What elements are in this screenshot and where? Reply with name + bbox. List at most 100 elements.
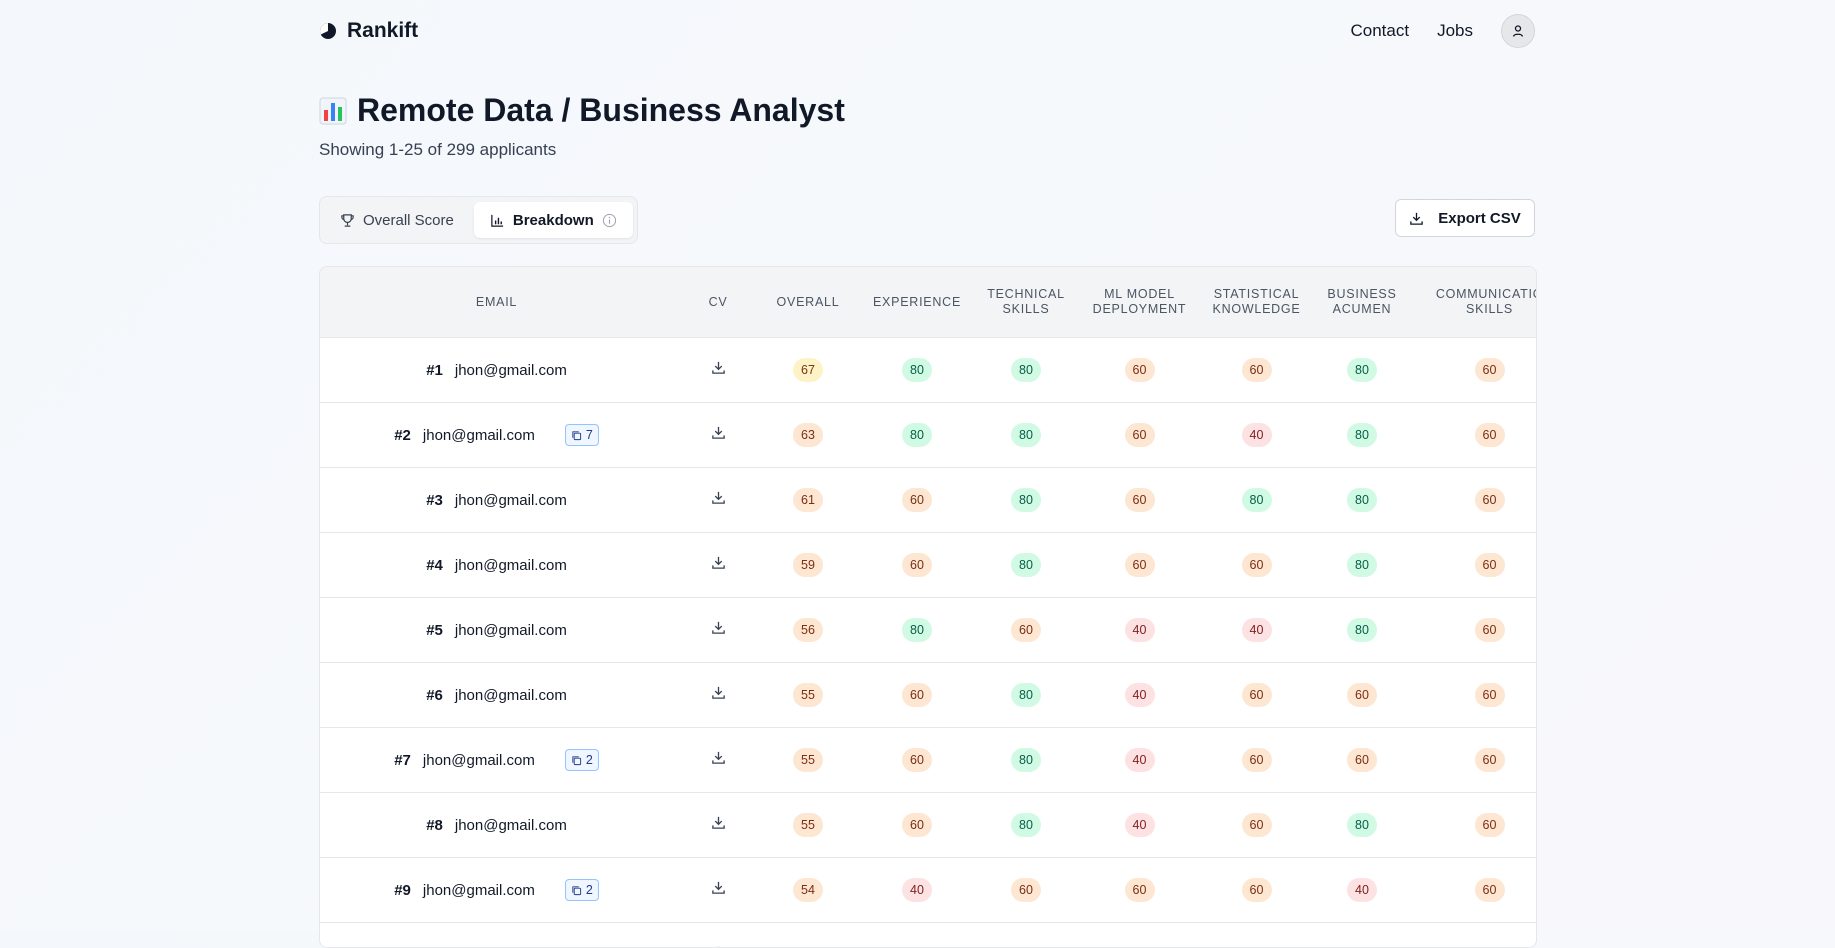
table-row[interactable]: #1jhon@gmail.com67808060608060	[320, 338, 1537, 403]
experience-score-cell: 60	[853, 468, 981, 533]
comm-score-cell: 60	[1419, 663, 1537, 728]
cv-cell	[673, 858, 763, 923]
download-cv-icon[interactable]	[711, 880, 726, 900]
technical-score-cell	[981, 923, 1071, 948]
experience-score-cell: 60	[853, 663, 981, 728]
applicant-email[interactable]: jhon@gmail.com	[423, 752, 535, 769]
ml-score-cell: 60	[1071, 403, 1208, 468]
comm-score-badge: 60	[1475, 683, 1505, 707]
download-cv-icon[interactable]	[711, 685, 726, 705]
applicant-email[interactable]: jhon@gmail.com	[423, 427, 535, 444]
header-statistical-knowledge[interactable]: StatisticalKnowledge	[1208, 267, 1305, 338]
cv-cell	[673, 403, 763, 468]
duplicate-badge[interactable]: 2	[565, 879, 599, 901]
overall-score-badge: 54	[793, 878, 823, 902]
avatar[interactable]	[1501, 14, 1535, 48]
applicant-email[interactable]: jhon@gmail.com	[423, 882, 535, 899]
comm-score-badge: 60	[1475, 813, 1505, 837]
stat-score-cell: 40	[1208, 403, 1305, 468]
download-cv-icon[interactable]	[711, 555, 726, 575]
experience-score-badge: 80	[902, 618, 932, 642]
overall-score-cell: 56	[763, 598, 853, 663]
rank-label: #1	[426, 362, 443, 379]
table-row[interactable]: #6jhon@gmail.com55608040606060	[320, 663, 1537, 728]
duplicate-count: 2	[586, 753, 593, 767]
email-cell: #7jhon@gmail.com2	[320, 728, 673, 793]
download-cv-icon[interactable]	[711, 360, 726, 380]
header-technical-skills[interactable]: TechnicalSkills	[981, 267, 1071, 338]
table-row[interactable]: #8jhon@gmail.com55608040608060	[320, 793, 1537, 858]
table-row[interactable]: #3jhon@gmail.com61608060808060	[320, 468, 1537, 533]
biz-score-badge: 80	[1347, 813, 1377, 837]
breakdown-tab[interactable]: Breakdown	[474, 202, 633, 238]
ml-score-cell: 60	[1071, 338, 1208, 403]
technical-score-cell: 60	[981, 598, 1071, 663]
technical-score-badge: 80	[1011, 683, 1041, 707]
applicant-email[interactable]: jhon@gmail.com	[455, 362, 567, 379]
header-ml-model-deployment[interactable]: ML ModelDeployment	[1071, 267, 1208, 338]
table-row[interactable]: #7jhon@gmail.com255608040606060	[320, 728, 1537, 793]
header-email[interactable]: Email	[320, 267, 673, 338]
stat-score-badge: 40	[1242, 618, 1272, 642]
table-row[interactable]: #10jhon@gmail.com	[320, 923, 1537, 948]
experience-score-cell: 80	[853, 598, 981, 663]
nav-contact-link[interactable]: Contact	[1350, 21, 1409, 41]
export-csv-button[interactable]: Export CSV	[1395, 199, 1535, 237]
ml-score-cell: 60	[1071, 533, 1208, 598]
stat-score-badge: 60	[1242, 683, 1272, 707]
nav-jobs-link[interactable]: Jobs	[1437, 21, 1473, 41]
email-cell: #3jhon@gmail.com	[320, 468, 673, 533]
ml-score-cell: 40	[1071, 598, 1208, 663]
experience-score-cell: 40	[853, 858, 981, 923]
technical-score-badge: 80	[1011, 748, 1041, 772]
cv-cell	[673, 663, 763, 728]
info-icon[interactable]	[602, 213, 617, 228]
overall-score-cell: 67	[763, 338, 853, 403]
table-row[interactable]: #5jhon@gmail.com56806040408060	[320, 598, 1537, 663]
duplicate-count: 7	[586, 428, 593, 442]
table-row[interactable]: #9jhon@gmail.com254406060604060	[320, 858, 1537, 923]
brand[interactable]: Rankift	[319, 19, 418, 43]
biz-score-cell: 40	[1305, 858, 1419, 923]
table-row[interactable]: #2jhon@gmail.com763808060408060	[320, 403, 1537, 468]
technical-score-cell: 80	[981, 533, 1071, 598]
overall-score-tab[interactable]: Overall Score	[324, 202, 470, 238]
comm-score-cell	[1419, 923, 1537, 948]
duplicate-badge[interactable]: 2	[565, 749, 599, 771]
ml-score-cell: 40	[1071, 793, 1208, 858]
download-cv-icon[interactable]	[711, 750, 726, 770]
cv-cell	[673, 923, 763, 948]
cv-cell	[673, 728, 763, 793]
rank-label: #9	[394, 882, 411, 899]
download-cv-icon[interactable]	[711, 425, 726, 445]
experience-score-badge: 60	[902, 488, 932, 512]
applicant-email[interactable]: jhon@gmail.com	[455, 622, 567, 639]
rank-label: #4	[426, 557, 443, 574]
overall-score-cell: 63	[763, 403, 853, 468]
download-cv-icon[interactable]	[711, 490, 726, 510]
table-row[interactable]: #4jhon@gmail.com59608060608060	[320, 533, 1537, 598]
download-cv-icon[interactable]	[711, 620, 726, 640]
applicants-table-card: Email CV Overall Experience TechnicalSki…	[319, 266, 1537, 948]
applicant-email[interactable]: jhon@gmail.com	[455, 492, 567, 509]
brand-name: Rankift	[347, 19, 418, 43]
header-cv[interactable]: CV	[673, 267, 763, 338]
email-cell-content: #9 jhon@gmail.com 2	[320, 879, 673, 901]
technical-score-badge: 60	[1011, 618, 1041, 642]
applicant-email[interactable]: jhon@gmail.com	[455, 687, 567, 704]
user-icon	[1511, 24, 1525, 38]
header-business-acumen[interactable]: BusinessAcumen	[1305, 267, 1419, 338]
header-overall[interactable]: Overall	[763, 267, 853, 338]
download-cv-icon[interactable]	[711, 815, 726, 835]
overall-score-cell: 59	[763, 533, 853, 598]
applicant-email[interactable]: jhon@gmail.com	[455, 557, 567, 574]
header-communication-skills[interactable]: CommunicatioSkills	[1419, 267, 1537, 338]
experience-score-cell: 60	[853, 793, 981, 858]
ml-score-badge: 40	[1125, 813, 1155, 837]
header-experience[interactable]: Experience	[853, 267, 981, 338]
biz-score-cell: 80	[1305, 403, 1419, 468]
experience-score-cell: 60	[853, 533, 981, 598]
technical-score-badge: 60	[1011, 878, 1041, 902]
applicant-email[interactable]: jhon@gmail.com	[455, 817, 567, 834]
duplicate-badge[interactable]: 7	[565, 424, 599, 446]
